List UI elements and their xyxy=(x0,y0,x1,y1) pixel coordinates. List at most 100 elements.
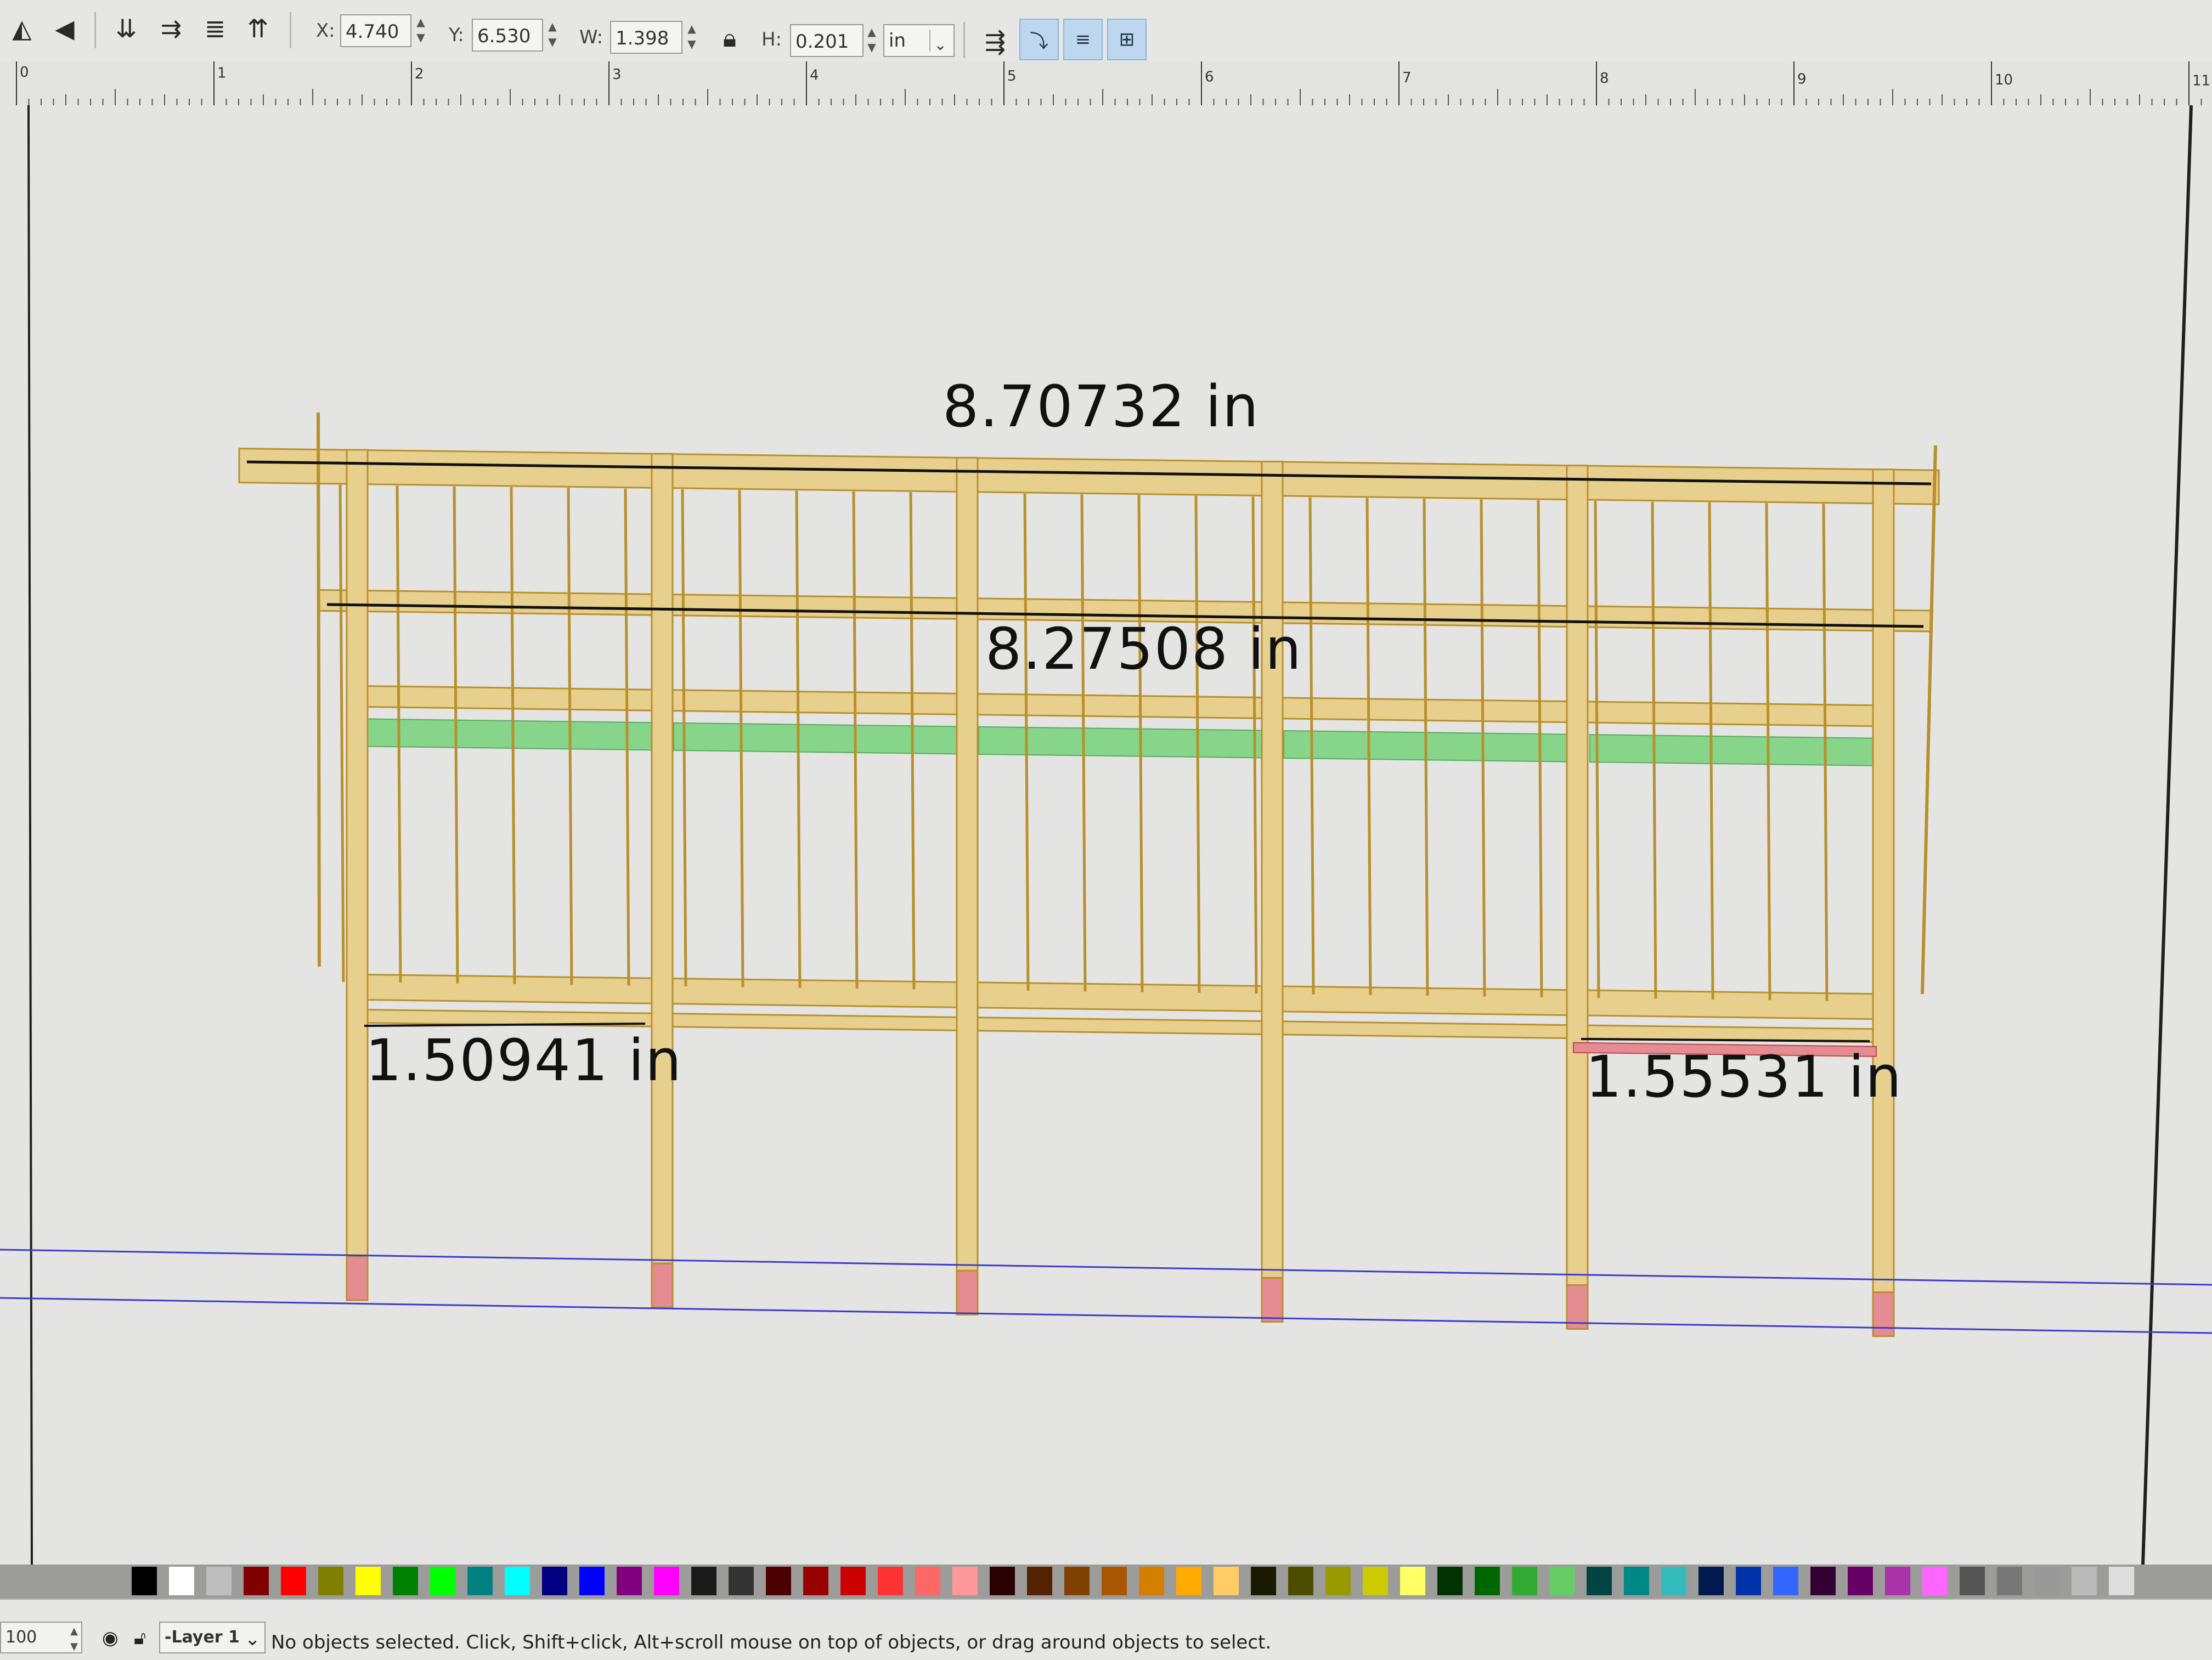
post-footing-block[interactable] xyxy=(346,1255,369,1301)
unit-select[interactable]: in ⌄ xyxy=(883,24,955,57)
flip-vertical-icon[interactable]: ◀ xyxy=(48,12,81,45)
flip-horizontal-icon[interactable]: ◭ xyxy=(5,12,38,45)
drawing-canvas[interactable]: 8.70732 in 8.27508 in 1.50941 in 1.55531… xyxy=(0,105,2212,1565)
thin-stud[interactable] xyxy=(681,489,687,986)
palette-swatch[interactable] xyxy=(1661,1567,1686,1595)
raise-to-top-icon[interactable]: ⇊ xyxy=(110,12,143,45)
palette-swatch[interactable] xyxy=(1885,1567,1910,1595)
palette-swatch[interactable] xyxy=(2034,1567,2059,1595)
palette-swatch[interactable] xyxy=(803,1567,828,1595)
post-footing-block[interactable] xyxy=(1261,1277,1284,1323)
inner-width-dimension-label[interactable]: 8.27508 in xyxy=(985,616,1302,682)
thin-stud[interactable] xyxy=(852,491,859,989)
palette-swatch[interactable] xyxy=(729,1567,754,1595)
thin-stud[interactable] xyxy=(1023,493,1030,991)
snap-move-patterns-button[interactable]: ⊞ xyxy=(1107,19,1147,60)
main-post[interactable] xyxy=(651,453,674,1264)
palette-swatch[interactable] xyxy=(1960,1567,1985,1595)
palette-swatch[interactable] xyxy=(2109,1567,2134,1595)
palette-swatch[interactable] xyxy=(990,1567,1015,1595)
snap-scale-corners-button[interactable]: ⤵ xyxy=(1019,19,1059,60)
thin-stud[interactable] xyxy=(795,490,802,988)
palette-swatch[interactable] xyxy=(542,1567,567,1595)
thin-stud[interactable] xyxy=(1365,498,1372,995)
thin-stud[interactable] xyxy=(1137,495,1144,992)
palette-swatch[interactable] xyxy=(952,1567,978,1595)
palette-swatch[interactable] xyxy=(505,1567,530,1595)
palette-swatch[interactable] xyxy=(1251,1567,1276,1595)
main-post[interactable] xyxy=(1872,468,1895,1294)
thin-stud[interactable] xyxy=(1423,499,1429,996)
top-width-dimension-label[interactable]: 8.70732 in xyxy=(943,373,1260,440)
main-post[interactable] xyxy=(346,449,369,1257)
palette-swatch[interactable] xyxy=(318,1567,343,1595)
lower-icon[interactable]: ≣ xyxy=(199,12,232,45)
chevron-down-icon[interactable]: ⌄ xyxy=(929,30,950,54)
green-brace-strip[interactable] xyxy=(978,726,1263,759)
right-end-post[interactable] xyxy=(1921,445,1937,995)
palette-swatch[interactable] xyxy=(691,1567,716,1595)
thin-stud[interactable] xyxy=(1765,503,1771,1001)
green-brace-strip[interactable] xyxy=(673,722,958,755)
main-post[interactable] xyxy=(1261,460,1284,1279)
post-footing-block[interactable] xyxy=(651,1262,674,1308)
raise-icon[interactable]: ⇉ xyxy=(155,12,188,45)
width-field[interactable]: 1.398 xyxy=(610,21,682,54)
thin-stud[interactable] xyxy=(1480,499,1486,997)
main-post[interactable] xyxy=(1566,465,1589,1286)
palette-swatch[interactable] xyxy=(1214,1567,1239,1595)
y-spin-buttons[interactable]: ▲ ▼ xyxy=(546,19,558,52)
thin-stud[interactable] xyxy=(909,492,916,990)
palette-swatch[interactable] xyxy=(766,1567,791,1595)
palette-swatch[interactable] xyxy=(617,1567,642,1595)
palette-swatch[interactable] xyxy=(579,1567,605,1595)
green-brace-strip[interactable] xyxy=(366,718,652,751)
x-coordinate-field[interactable]: 4.740 xyxy=(340,14,411,47)
horizontal-ruler[interactable]: 0 1 2 3 4 5 6 7 8 9 10 11 xyxy=(0,61,2212,106)
palette-swatch[interactable] xyxy=(356,1567,381,1595)
palette-swatch[interactable] xyxy=(1848,1567,1873,1595)
snap-move-gradients-button[interactable]: ≡ xyxy=(1063,19,1103,60)
palette-swatch[interactable] xyxy=(1475,1567,1500,1595)
palette-swatch[interactable] xyxy=(654,1567,679,1595)
palette-swatch[interactable] xyxy=(467,1567,493,1595)
palette-swatch[interactable] xyxy=(2072,1567,2097,1595)
palette-swatch[interactable] xyxy=(1773,1567,1798,1595)
palette-swatch[interactable] xyxy=(1102,1567,1127,1595)
palette-swatch[interactable] xyxy=(1325,1567,1351,1595)
palette-swatch[interactable] xyxy=(1139,1567,1164,1595)
wall-frame-group[interactable] xyxy=(238,412,1940,1337)
palette-swatch[interactable] xyxy=(1736,1567,1761,1595)
palette-swatch[interactable] xyxy=(915,1567,940,1595)
eye-icon[interactable]: ◉ xyxy=(102,1627,119,1649)
post-footing-block[interactable] xyxy=(956,1269,979,1315)
x-spin-buttons[interactable]: ▲ ▼ xyxy=(415,14,427,47)
width-spin-buttons[interactable]: ▲ ▼ xyxy=(686,21,698,54)
thin-stud[interactable] xyxy=(1822,504,1829,1001)
palette-swatch[interactable] xyxy=(1624,1567,1649,1595)
lower-to-bottom-icon[interactable]: ⇈ xyxy=(241,12,274,45)
palette-swatch[interactable] xyxy=(1176,1567,1201,1595)
thin-stud[interactable] xyxy=(1194,495,1201,993)
left-end-post[interactable] xyxy=(317,412,321,967)
thin-stud[interactable] xyxy=(1308,497,1315,995)
palette-swatch[interactable] xyxy=(1288,1567,1313,1595)
palette-swatch[interactable] xyxy=(393,1567,418,1595)
framing-drawing[interactable] xyxy=(0,105,2212,1565)
y-coordinate-field[interactable]: 6.530 xyxy=(472,19,543,52)
palette-swatch[interactable] xyxy=(1363,1567,1388,1595)
top-plate-beam[interactable] xyxy=(238,448,1940,505)
palette-swatch[interactable] xyxy=(840,1567,866,1595)
thin-stud[interactable] xyxy=(624,488,630,986)
green-brace-strip[interactable] xyxy=(1589,734,1877,766)
palette-swatch[interactable] xyxy=(1064,1567,1090,1595)
thin-stud[interactable] xyxy=(1080,494,1087,992)
thin-stud[interactable] xyxy=(1537,500,1543,997)
palette-swatch[interactable] xyxy=(1922,1567,1948,1595)
thin-stud[interactable] xyxy=(1651,501,1657,999)
main-post[interactable] xyxy=(956,456,979,1272)
lock-icon[interactable]: 🔒︎ xyxy=(713,22,746,55)
palette-swatch[interactable] xyxy=(1027,1567,1052,1595)
palette-swatch[interactable] xyxy=(169,1567,194,1595)
palette-swatch[interactable] xyxy=(281,1567,306,1595)
